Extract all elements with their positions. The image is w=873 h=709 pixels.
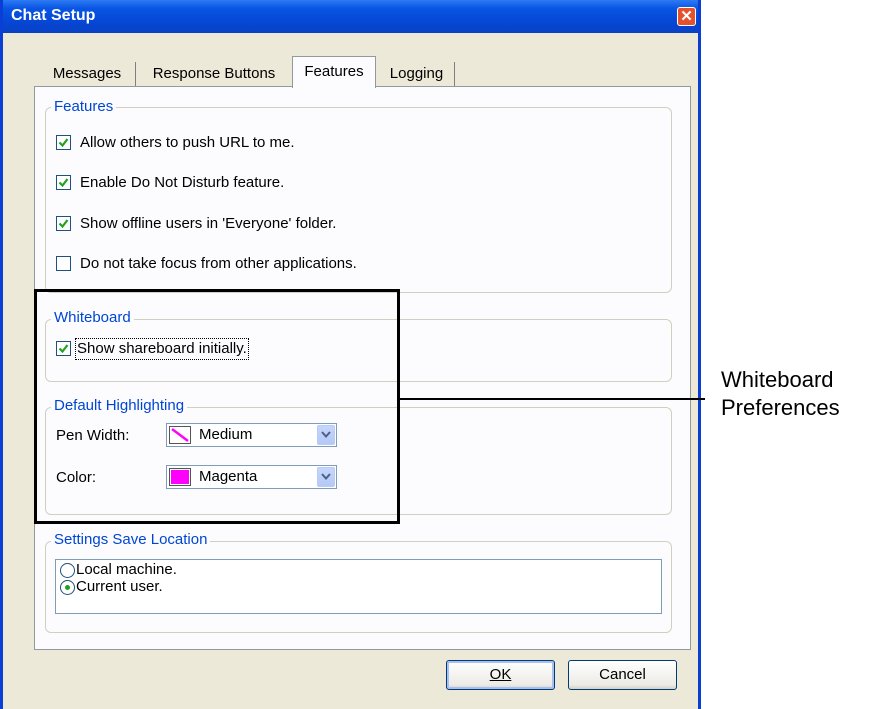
offline-users-label[interactable]: Show offline users in 'Everyone' folder. <box>80 215 336 233</box>
push-url-label[interactable]: Allow others to push URL to me. <box>80 134 295 152</box>
checkmark-icon <box>58 219 69 229</box>
whiteboard-preferences-highlight-box <box>34 289 400 524</box>
cancel-label: Cancel <box>599 666 646 683</box>
ok-button[interactable]: OK <box>446 660 555 690</box>
callout-line-1: Whiteboard <box>721 367 834 392</box>
close-button[interactable]: ✕ <box>677 7 696 26</box>
local-machine-radio[interactable] <box>60 563 75 578</box>
tab-response-buttons[interactable]: Response Buttons <box>139 62 289 86</box>
callout-line-2: Preferences <box>721 395 840 420</box>
local-machine-label[interactable]: Local machine. <box>76 561 177 579</box>
current-user-radio[interactable] <box>60 580 75 595</box>
no-focus-label[interactable]: Do not take focus from other application… <box>80 255 357 273</box>
title-bar[interactable]: Chat Setup ✕ <box>3 0 698 33</box>
do-not-disturb-checkbox[interactable] <box>56 175 71 190</box>
callout-line <box>399 398 705 400</box>
ok-label: OK <box>489 666 512 683</box>
whiteboard-preferences-callout: Whiteboard Preferences <box>721 366 840 422</box>
offline-users-checkbox[interactable] <box>56 216 71 231</box>
checkmark-icon <box>58 178 69 188</box>
cancel-button[interactable]: Cancel <box>568 660 677 690</box>
no-focus-checkbox[interactable] <box>56 256 71 271</box>
push-url-checkbox[interactable] <box>56 135 71 150</box>
window-title: Chat Setup <box>11 7 96 24</box>
features-legend: Features <box>51 98 117 116</box>
checkmark-icon <box>58 138 69 148</box>
tab-messages[interactable]: Messages <box>39 62 136 86</box>
close-icon: ✕ <box>680 8 693 25</box>
save-location-radio-box: Local machine. Current user. <box>55 559 662 614</box>
tab-features[interactable]: Features <box>292 56 376 88</box>
settings-save-location-legend: Settings Save Location <box>51 531 211 549</box>
tab-logging[interactable]: Logging <box>379 62 455 86</box>
do-not-disturb-label[interactable]: Enable Do Not Disturb feature. <box>80 174 284 192</box>
current-user-label[interactable]: Current user. <box>76 578 163 596</box>
